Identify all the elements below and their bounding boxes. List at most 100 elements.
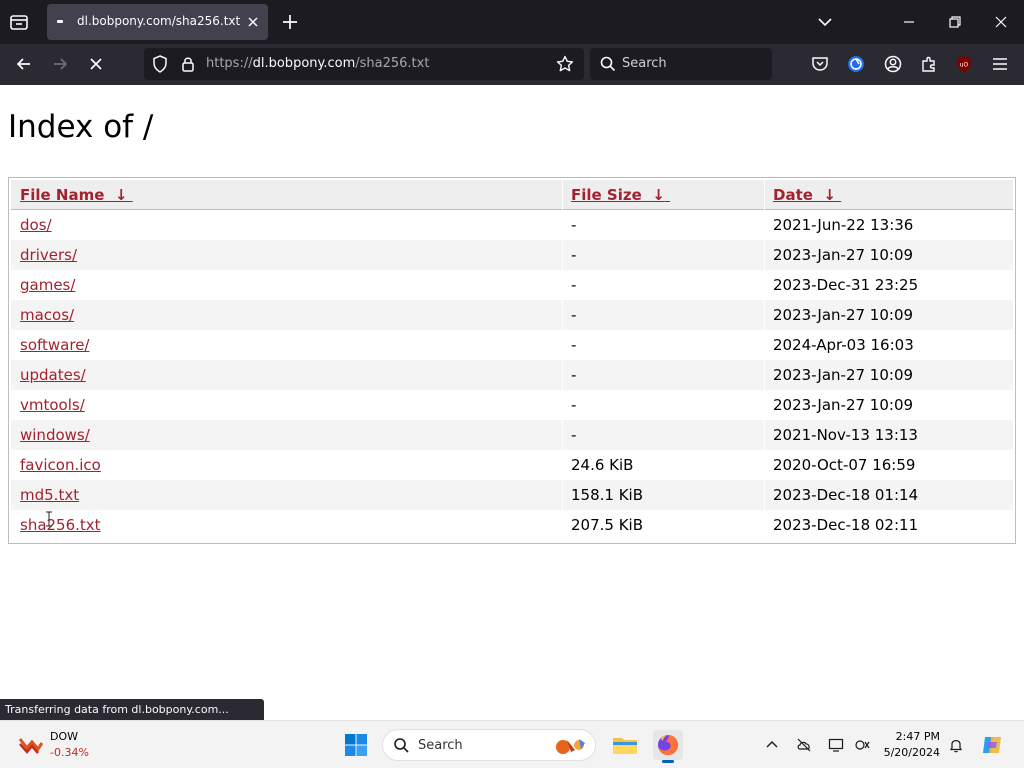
file-date: 2021-Jun-22 13:36 <box>773 216 914 234</box>
column-divider <box>562 420 563 450</box>
column-divider <box>562 330 563 360</box>
clock-date[interactable]: 5/20/2024 <box>876 746 940 759</box>
file-size: - <box>571 306 577 324</box>
header-name-label: File Name <box>20 186 105 204</box>
column-divider <box>764 240 765 270</box>
table-row: games/ - 2023-Dec-31 23:25 <box>11 270 1013 300</box>
column-divider <box>764 450 765 480</box>
minimize-icon[interactable] <box>901 14 917 30</box>
table-row: vmtools/ - 2023-Jan-27 10:09 <box>11 390 1013 420</box>
bookmark-star-icon[interactable] <box>555 54 575 74</box>
file-link[interactable]: games/ <box>20 276 75 294</box>
taskbar-search-placeholder: Search <box>418 738 463 753</box>
url-text[interactable]: https://dl.bobpony.com/sha256.txt <box>206 56 429 71</box>
clock-time[interactable]: 2:47 PM <box>886 730 940 743</box>
file-link[interactable]: drivers/ <box>20 246 77 264</box>
file-link[interactable]: windows/ <box>20 426 90 444</box>
column-divider <box>764 390 765 420</box>
search-icon <box>393 737 410 754</box>
copilot-icon[interactable] <box>980 733 1004 757</box>
address-bar[interactable]: https://dl.bobpony.com/sha256.txt <box>144 48 584 80</box>
close-tab-icon[interactable] <box>245 14 261 30</box>
stop-loading-icon[interactable] <box>86 54 106 74</box>
windows-start-icon[interactable] <box>344 733 368 757</box>
lock-icon[interactable] <box>178 54 198 74</box>
table-row: software/ - 2024-Apr-03 16:03 <box>11 330 1013 360</box>
notification-bell-icon[interactable] <box>948 737 964 753</box>
table-row: macos/ - 2023-Jan-27 10:09 <box>11 300 1013 330</box>
back-arrow-icon[interactable] <box>14 54 34 74</box>
file-link[interactable]: dos/ <box>20 216 52 234</box>
ublock-icon[interactable]: uO <box>954 54 974 74</box>
tab-overview-icon[interactable] <box>8 11 30 33</box>
sort-by-size-link[interactable]: File Size ↓ <box>571 186 670 204</box>
menu-hamburger-icon[interactable] <box>990 54 1010 74</box>
forward-arrow-icon[interactable] <box>50 54 70 74</box>
file-size: - <box>571 276 577 294</box>
account-icon[interactable] <box>883 54 903 74</box>
column-divider <box>562 360 563 390</box>
url-scheme: https:// <box>206 56 253 71</box>
file-listing-table: File Name ↓ File Size ↓ Date ↓ dos/ - 20… <box>8 177 1016 544</box>
pocket-icon[interactable] <box>810 54 830 74</box>
stock-chart-icon[interactable] <box>18 733 44 755</box>
column-divider <box>764 180 765 210</box>
page-title: Index of / <box>8 109 154 145</box>
table-header: File Name ↓ File Size ↓ Date ↓ <box>11 180 1013 210</box>
header-date-label: Date <box>773 186 813 204</box>
browser-tab[interactable]: dl.bobpony.com/sha256.txt <box>47 4 268 40</box>
file-explorer-icon[interactable] <box>610 730 640 760</box>
file-link[interactable]: macos/ <box>20 306 74 324</box>
display-icon[interactable] <box>828 737 844 753</box>
column-divider <box>562 210 563 240</box>
file-date: 2024-Apr-03 16:03 <box>773 336 914 354</box>
file-date: 2023-Jan-27 10:09 <box>773 366 914 384</box>
restore-icon[interactable] <box>947 14 963 30</box>
ticker-name[interactable]: DOW <box>50 730 78 743</box>
tab-strip: dl.bobpony.com/sha256.txt <box>0 0 1024 44</box>
search-bar[interactable]: Search <box>590 48 772 80</box>
taskbar-search-box[interactable]: Search <box>382 729 596 761</box>
file-link[interactable]: md5.txt <box>20 486 79 504</box>
column-divider <box>562 180 563 210</box>
chevron-up-icon[interactable] <box>764 737 780 753</box>
new-tab-icon[interactable] <box>280 12 300 32</box>
page-content: Index of / File Name ↓ File Size ↓ Date … <box>0 85 1024 699</box>
cloud-offline-icon[interactable] <box>796 737 812 753</box>
column-divider <box>562 270 563 300</box>
column-divider <box>764 510 765 540</box>
file-size: - <box>571 336 577 354</box>
file-date: 2023-Jan-27 10:09 <box>773 306 914 324</box>
search-placeholder: Search <box>622 56 667 71</box>
extension-blue-icon[interactable] <box>846 54 866 74</box>
file-link[interactable]: vmtools/ <box>20 396 85 414</box>
active-app-indicator <box>662 760 674 763</box>
sort-arrow-icon: ↓ <box>114 186 128 204</box>
sort-arrow-icon: ↓ <box>823 186 836 204</box>
table-row: sha256.txt 207.5 KiB 2023-Dec-18 02:11 <box>11 510 1013 540</box>
sort-by-name-link[interactable]: File Name ↓ <box>20 186 133 204</box>
shield-icon[interactable] <box>150 54 170 74</box>
file-size: - <box>571 426 577 444</box>
sort-by-date-link[interactable]: Date ↓ <box>773 186 841 204</box>
ticker-change[interactable]: -0.34% <box>50 746 89 759</box>
taskbar: DOW -0.34% Search 2:47 PM 5/20/2024 <box>0 720 1024 768</box>
file-link[interactable]: favicon.ico <box>20 456 101 474</box>
file-date: 2021-Nov-13 13:13 <box>773 426 918 444</box>
file-size: - <box>571 246 577 264</box>
file-date: 2023-Dec-31 23:25 <box>773 276 919 294</box>
file-date: 2020-Oct-07 16:59 <box>773 456 916 474</box>
status-text: Transferring data from dl.bobpony.com... <box>5 703 229 716</box>
table-row: windows/ - 2021-Nov-13 13:13 <box>11 420 1013 450</box>
extensions-puzzle-icon[interactable] <box>919 54 939 74</box>
search-icon <box>598 54 618 74</box>
file-date: 2023-Dec-18 02:11 <box>773 516 919 534</box>
network-sound-icon[interactable] <box>854 737 870 753</box>
file-link[interactable]: software/ <box>20 336 89 354</box>
file-link[interactable]: sha256.txt <box>20 516 101 534</box>
firefox-app-icon[interactable] <box>653 730 683 763</box>
chevron-down-icon[interactable] <box>817 14 833 30</box>
close-window-icon[interactable] <box>993 14 1009 30</box>
file-link[interactable]: updates/ <box>20 366 86 384</box>
svg-text:uO: uO <box>960 62 969 69</box>
